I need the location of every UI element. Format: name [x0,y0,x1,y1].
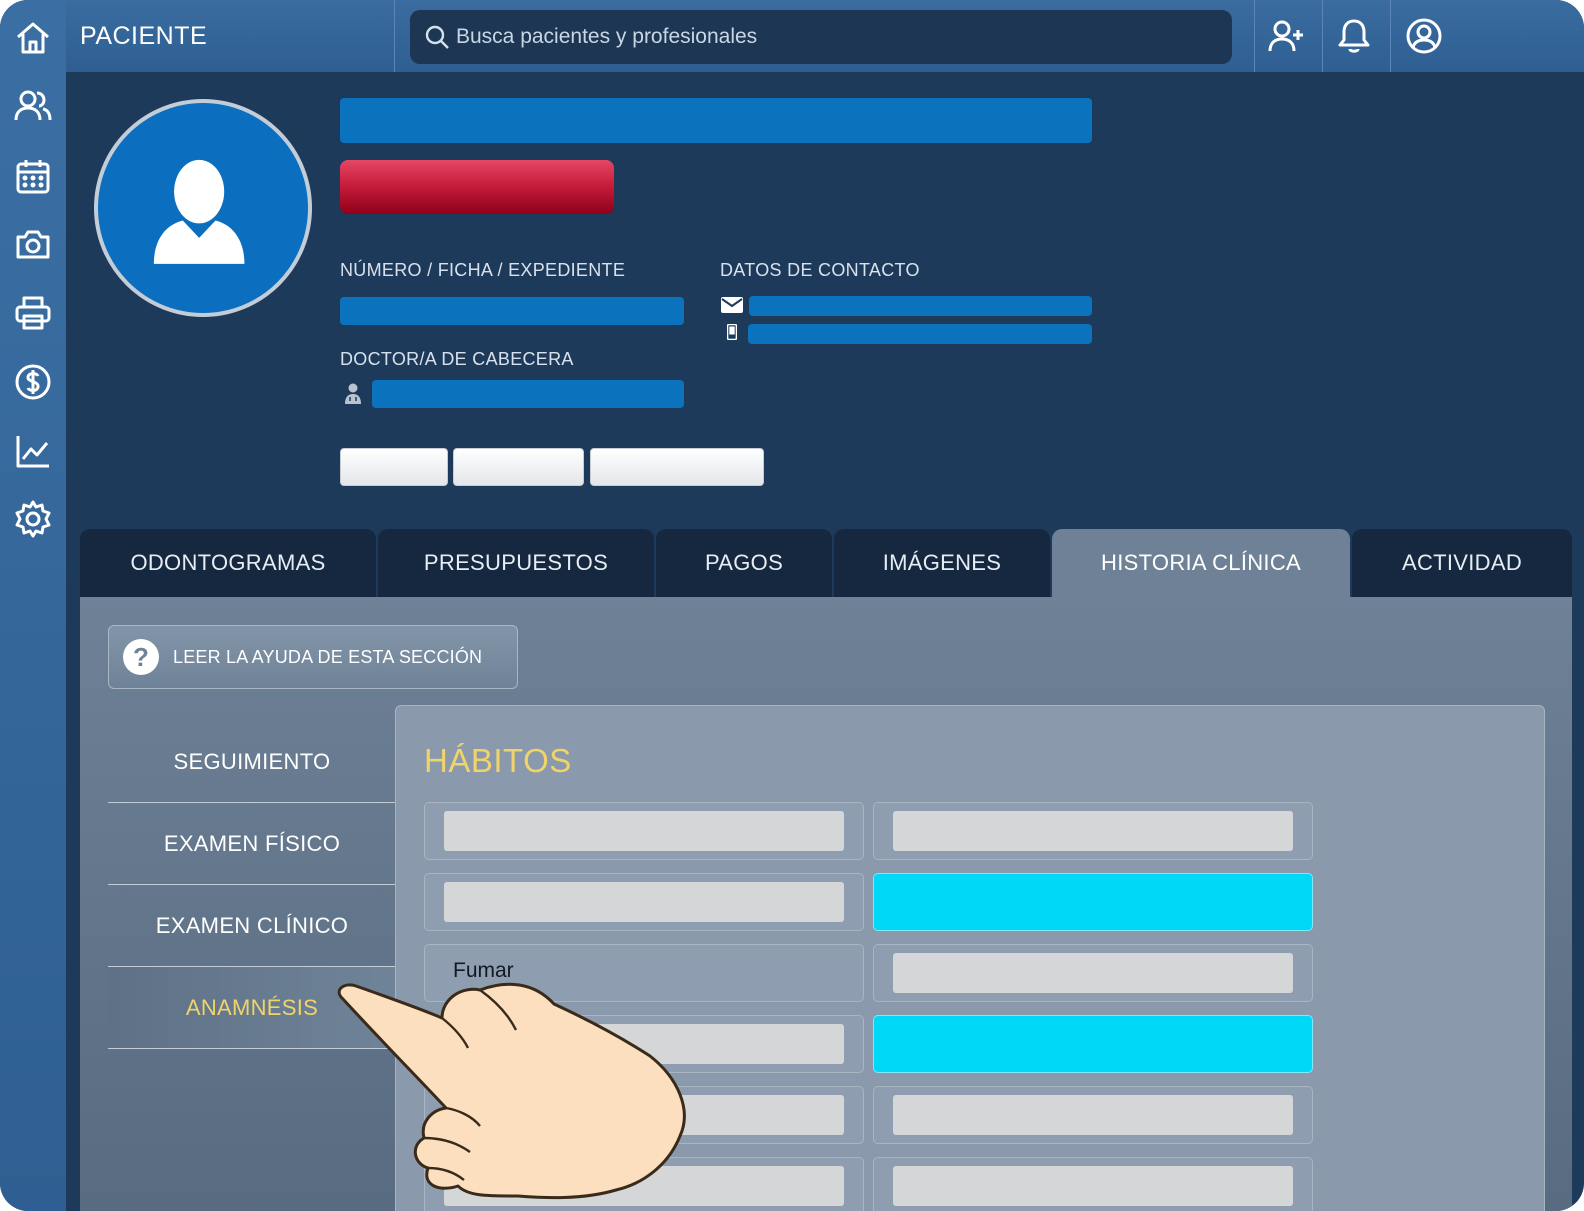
contact-label: DATOS DE CONTACTO [720,260,920,280]
question-icon: ? [123,639,159,675]
divider [1322,0,1323,72]
email-value-redacted [749,296,1092,316]
patient-name-redacted [340,98,1092,143]
redacted-bar [893,811,1293,851]
tab-historia-clinica[interactable]: HISTORIA CLÍNICA [1052,529,1350,597]
habit-field[interactable] [873,1086,1313,1144]
account-icon[interactable] [1402,14,1446,58]
number-value-redacted [340,297,684,325]
submenu-examen-clinico[interactable]: EXAMEN CLÍNICO [108,885,396,967]
email-icon [721,297,743,313]
tab-odontogramas[interactable]: ODONTOGRAMAS [80,529,376,597]
bell-icon[interactable] [1332,14,1376,58]
help-label: LEER LA AYUDA DE ESTA SECCIÓN [173,646,483,667]
add-user-icon[interactable] [1264,14,1308,58]
calendar-icon[interactable] [11,154,55,198]
users-icon[interactable] [11,84,55,128]
action-button-3[interactable] [590,448,764,486]
doctor-label: DOCTOR/A DE CABECERA [340,349,574,369]
search-input[interactable] [456,10,1216,64]
habit-field[interactable] [873,802,1313,860]
phone-icon [727,324,737,340]
action-button-1[interactable] [340,448,448,486]
redacted-bar [893,953,1293,993]
avatar[interactable] [94,99,312,317]
divider [1254,0,1255,72]
phone-value-redacted [748,324,1092,344]
printer-icon[interactable] [11,291,55,335]
habit-field[interactable] [424,873,864,931]
search-icon [425,25,449,49]
habit-field-highlighted[interactable] [873,873,1313,931]
divider [1390,0,1391,72]
tab-actividad[interactable]: ACTIVIDAD [1352,529,1572,597]
patient-status-redacted [340,160,614,214]
home-icon[interactable] [11,16,55,60]
tab-presupuestos[interactable]: PRESUPUESTOS [378,529,654,597]
tab-pagos[interactable]: PAGOS [656,529,832,597]
user-placeholder-icon [153,159,245,264]
camera-icon[interactable] [11,222,55,266]
redacted-bar [444,882,844,922]
chart-icon[interactable] [11,429,55,473]
redacted-bar [893,1095,1293,1135]
tab-content: ? LEER LA AYUDA DE ESTA SECCIÓN SEGUIMIE… [80,597,1572,1211]
help-button[interactable]: ? LEER LA AYUDA DE ESTA SECCIÓN [108,625,518,689]
page-title: PACIENTE [80,22,208,50]
search-box[interactable] [410,10,1232,64]
redacted-bar [893,1166,1293,1206]
number-label: NÚMERO / FICHA / EXPEDIENTE [340,260,626,280]
doctor-icon [345,383,361,404]
tab-imagenes[interactable]: IMÁGENES [834,529,1050,597]
habit-field-highlighted[interactable] [873,1015,1313,1073]
pointing-hand-icon [337,982,686,1200]
top-bar: PACIENTE [66,0,1584,72]
submenu-examen-fisico[interactable]: EXAMEN FÍSICO [108,803,396,885]
habit-field[interactable] [873,944,1313,1002]
divider [394,0,395,72]
submenu-seguimiento[interactable]: SEGUIMIENTO [108,721,396,803]
dollar-icon[interactable] [11,360,55,404]
doctor-value-redacted [372,380,684,408]
redacted-bar [444,811,844,851]
habit-field[interactable] [424,802,864,860]
panel-title: HÁBITOS [424,742,572,779]
sidebar [0,0,66,1211]
gear-icon[interactable] [11,497,55,541]
action-button-2[interactable] [453,448,584,486]
habit-field[interactable] [873,1157,1313,1211]
app-frame: PACIENTE NÚMERO / FICHA / EXPEDIENTE DAT… [0,0,1584,1211]
